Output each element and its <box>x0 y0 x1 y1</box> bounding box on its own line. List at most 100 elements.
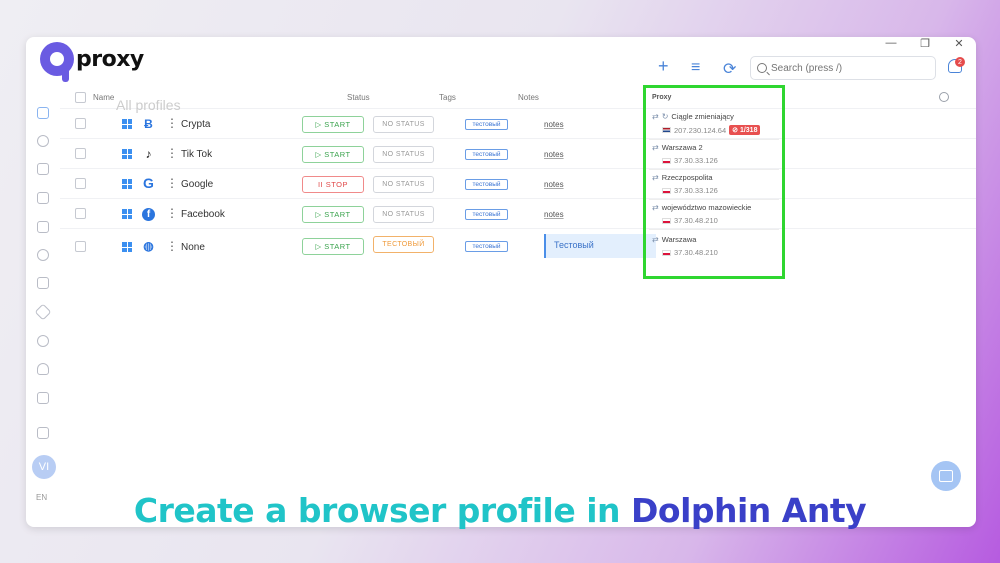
notes-link[interactable]: notes <box>544 120 564 129</box>
facebook-icon: f <box>142 208 155 221</box>
filter-icon[interactable]: ≡ <box>691 59 700 77</box>
swap-icon: ⇄ <box>652 143 659 152</box>
more-menu-icon[interactable]: ⋮ <box>166 176 178 190</box>
add-profile-icon[interactable]: + <box>658 56 669 77</box>
search-box[interactable] <box>750 56 936 80</box>
profile-name[interactable]: None <box>181 242 205 253</box>
extensions-icon[interactable] <box>37 221 49 233</box>
app-window: — ❐ ✕ All profiles VI EN + ≡ ⟳ 2 Name St… <box>26 37 976 527</box>
divider <box>649 229 779 230</box>
settings-icon[interactable] <box>37 335 49 347</box>
table-row[interactable]: G ⋮ Google II STOP NO STATUS тестовый no… <box>60 168 976 198</box>
tag-badge[interactable]: тестовый <box>465 179 508 190</box>
row-checkbox[interactable] <box>75 178 86 189</box>
tag-badge[interactable]: тестовый <box>465 241 508 252</box>
table-row[interactable]: ♪ ⋮ Tik Tok ▷ START NO STATUS тестовый n… <box>60 138 976 168</box>
header-notes[interactable]: Notes <box>518 93 539 102</box>
stop-button[interactable]: II STOP <box>302 176 364 193</box>
more-menu-icon[interactable]: ⋮ <box>166 116 178 130</box>
caption-part-1: Create a browser profile in <box>133 491 631 530</box>
refresh-icon[interactable]: ⟳ <box>723 59 736 79</box>
video-caption: Create a browser profile in Dolphin Anty <box>0 491 1000 530</box>
profile-name[interactable]: Google <box>181 179 213 190</box>
table-row[interactable]: ◍ ⋮ None ▷ START ТЕСТОВЫЙ тестовый Тесто… <box>60 228 976 264</box>
column-settings-icon[interactable] <box>939 92 949 102</box>
more-menu-icon[interactable]: ⋮ <box>166 146 178 160</box>
more-menu-icon[interactable]: ⋮ <box>166 239 178 253</box>
row-checkbox[interactable] <box>75 148 86 159</box>
proxy-ip: 37.30.48.210 <box>674 248 718 257</box>
table-row[interactable]: f ⋮ Facebook ▷ START NO STATUS тестовый … <box>60 198 976 228</box>
status-badge[interactable]: NO STATUS <box>373 116 434 133</box>
logo-text: proxy <box>76 46 144 72</box>
start-button[interactable]: ▷ START <box>302 238 364 255</box>
bitcoin-icon: Ƀ <box>144 117 153 131</box>
logout-icon[interactable] <box>37 392 49 404</box>
swap-icon: ⇄ <box>652 173 659 182</box>
close-button[interactable]: ✕ <box>952 37 966 50</box>
wallet-icon[interactable] <box>37 427 49 439</box>
notes-link[interactable]: notes <box>544 150 564 159</box>
tiktok-icon: ♪ <box>145 147 152 161</box>
proxy-item[interactable]: ⇄ Rzeczpospolita 37.30.33.126 <box>652 173 780 195</box>
windows-icon <box>122 119 132 129</box>
proxy-ip: 37.30.48.210 <box>674 216 718 225</box>
row-checkbox[interactable] <box>75 118 86 129</box>
users-icon[interactable] <box>37 249 49 261</box>
profile-name[interactable]: Crypta <box>181 119 210 130</box>
table-row[interactable]: Ƀ ⋮ Crypta ▷ START NO STATUS тестовый no… <box>60 108 976 138</box>
start-button[interactable]: ▷ START <box>302 146 364 163</box>
proxy-name: Warszawa 2 <box>661 143 703 152</box>
avatar[interactable]: VI <box>32 455 56 479</box>
minimize-button[interactable]: — <box>884 37 898 50</box>
proxy-logo-icon <box>40 42 74 82</box>
status-badge[interactable]: NO STATUS <box>373 146 434 163</box>
tag-badge[interactable]: тестовый <box>465 149 508 160</box>
start-button[interactable]: ▷ START <box>302 206 364 223</box>
chat-support-button[interactable] <box>931 461 961 491</box>
maximize-button[interactable]: ❐ <box>918 37 932 50</box>
rocket-icon[interactable] <box>34 303 52 321</box>
proxy-item[interactable]: ⇄ Warszawa 37.30.48.210 <box>652 235 780 257</box>
api-icon[interactable] <box>37 277 49 289</box>
row-checkbox[interactable] <box>75 208 86 219</box>
proxy-item[interactable]: ⇄ ↻ Ciągle zmieniający 207.230.124.64 ⊘ 1/3… <box>652 112 780 135</box>
status-badge[interactable]: ТЕСТОВЫЙ <box>373 236 434 253</box>
windows-icon <box>122 149 132 159</box>
windows-icon <box>122 242 132 252</box>
poland-flag-icon <box>662 217 671 224</box>
link-icon[interactable] <box>37 135 49 147</box>
notes-cell[interactable]: Тестовый <box>544 234 656 258</box>
header-proxy[interactable]: Proxy <box>652 94 671 101</box>
lightbulb-icon[interactable] <box>37 363 49 375</box>
proxy-name: Rzeczpospolita <box>661 173 713 182</box>
rotate-icon: ↻ <box>661 112 669 121</box>
swap-icon: ⇄ <box>652 112 659 121</box>
tag-badge[interactable]: тестовый <box>465 209 508 220</box>
row-checkbox[interactable] <box>75 241 86 252</box>
divider <box>649 169 779 170</box>
status-badge[interactable]: NO STATUS <box>373 176 434 193</box>
notes-link[interactable]: notes <box>544 210 564 219</box>
header-status[interactable]: Status <box>347 93 370 102</box>
share-icon[interactable] <box>37 163 49 175</box>
profile-name[interactable]: Facebook <box>181 209 225 220</box>
profiles-icon[interactable] <box>37 107 49 119</box>
select-all-checkbox[interactable] <box>75 92 86 103</box>
status-badge[interactable]: NO STATUS <box>373 206 434 223</box>
search-input[interactable] <box>771 62 921 74</box>
header-tags[interactable]: Tags <box>439 93 456 102</box>
notes-link[interactable]: notes <box>544 180 564 189</box>
swap-icon: ⇄ <box>652 235 659 244</box>
search-icon <box>757 63 767 73</box>
proxy-item[interactable]: ⇄ województwo mazowieckie 37.30.48.210 <box>652 203 780 225</box>
start-button[interactable]: ▷ START <box>302 116 364 133</box>
header-name[interactable]: Name <box>93 93 114 102</box>
profile-name[interactable]: Tik Tok <box>181 149 212 160</box>
tag-badge[interactable]: тестовый <box>465 119 508 130</box>
divider <box>649 199 779 200</box>
netherlands-flag-icon <box>662 127 671 133</box>
proxy-item[interactable]: ⇄ Warszawa 2 37.30.33.126 <box>652 143 780 165</box>
more-menu-icon[interactable]: ⋮ <box>166 206 178 220</box>
copy-icon[interactable] <box>37 192 49 204</box>
